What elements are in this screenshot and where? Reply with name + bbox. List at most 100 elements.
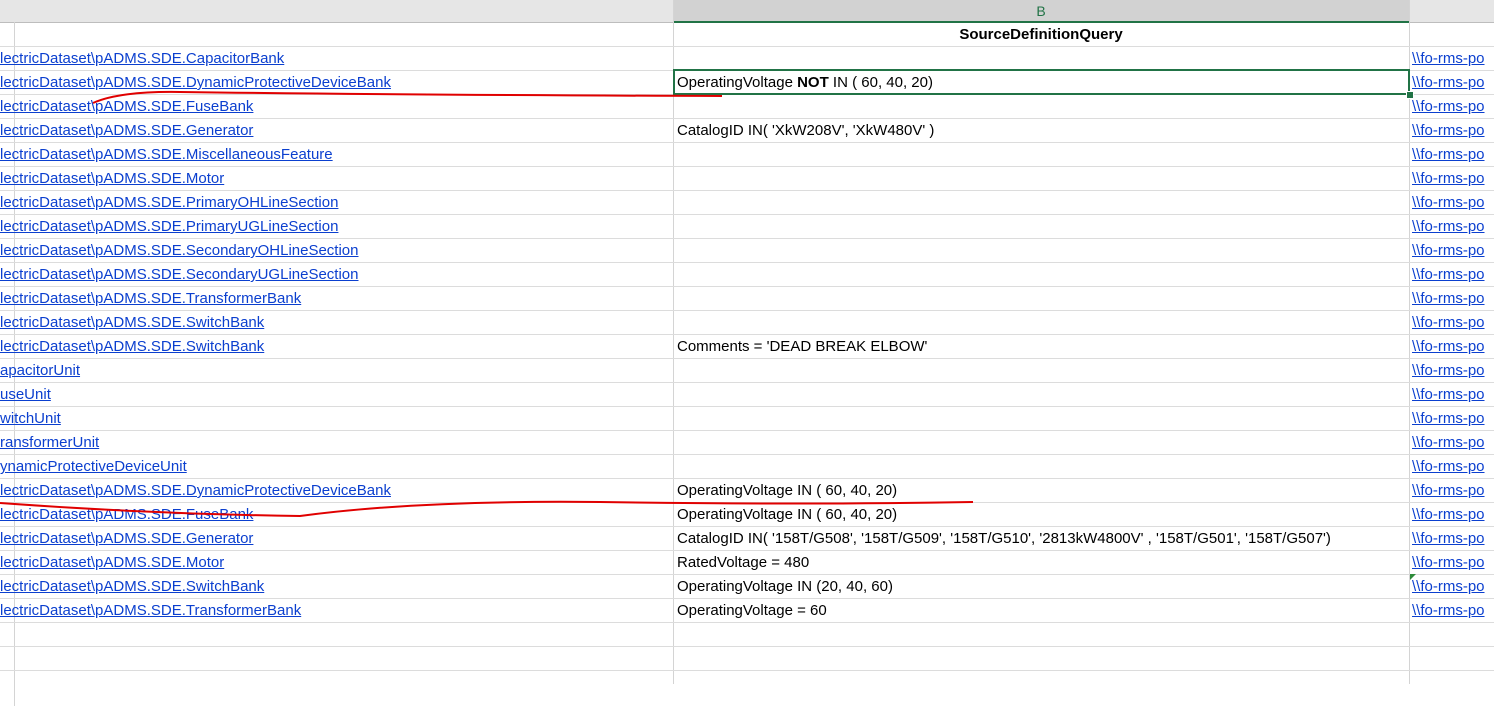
location-link[interactable]: \\fo-rms-po [1412, 506, 1485, 523]
location-link[interactable]: \\fo-rms-po [1412, 242, 1485, 259]
path-link[interactable]: lectricDataset\pADMS.SDE.TransformerBank [0, 602, 301, 619]
cell-location[interactable]: \\fo-rms-po [1412, 479, 1494, 503]
cell-location[interactable]: \\fo-rms-po [1412, 431, 1494, 455]
cell-location[interactable]: \\fo-rms-po [1412, 527, 1494, 551]
cell-source-definition-query[interactable] [677, 431, 1407, 455]
path-link[interactable]: ynamicProtectiveDeviceUnit [0, 458, 187, 475]
path-link[interactable]: lectricDataset\pADMS.SDE.SwitchBank [0, 578, 264, 595]
cell-path[interactable]: lectricDataset\pADMS.SDE.Motor [0, 551, 672, 575]
path-link[interactable]: lectricDataset\pADMS.SDE.TransformerBank [0, 290, 301, 307]
column-header-a[interactable] [0, 0, 672, 22]
cell-path[interactable]: lectricDataset\pADMS.SDE.SecondaryUGLine… [0, 263, 672, 287]
cell-source-definition-query[interactable] [677, 455, 1407, 479]
cell-source-definition-query[interactable] [677, 143, 1407, 167]
cell-location[interactable]: \\fo-rms-po [1412, 407, 1494, 431]
location-link[interactable]: \\fo-rms-po [1412, 98, 1485, 115]
cell-source-definition-query[interactable] [677, 359, 1407, 383]
path-link[interactable]: lectricDataset\pADMS.SDE.SwitchBank [0, 338, 264, 355]
path-link[interactable]: lectricDataset\pADMS.SDE.DynamicProtecti… [0, 74, 391, 91]
path-link[interactable]: lectricDataset\pADMS.SDE.FuseBank [0, 506, 253, 523]
location-link[interactable]: \\fo-rms-po [1412, 338, 1485, 355]
cell-location[interactable]: \\fo-rms-po [1412, 311, 1494, 335]
cell-location[interactable]: \\fo-rms-po [1412, 335, 1494, 359]
empty-row[interactable] [0, 647, 1494, 671]
cell-source-definition-query[interactable]: OperatingVoltage = 60 [677, 599, 1407, 623]
cell-source-definition-query[interactable] [677, 263, 1407, 287]
location-link[interactable]: \\fo-rms-po [1412, 578, 1485, 595]
cell-location[interactable]: \\fo-rms-po [1412, 191, 1494, 215]
cell-source-definition-query[interactable] [677, 215, 1407, 239]
cell-path[interactable]: apacitorUnit [0, 359, 672, 383]
cell-source-definition-query[interactable]: RatedVoltage = 480 [677, 551, 1407, 575]
cell-source-definition-query[interactable] [677, 95, 1407, 119]
location-link[interactable]: \\fo-rms-po [1412, 386, 1485, 403]
cell-location[interactable]: \\fo-rms-po [1412, 95, 1494, 119]
location-link[interactable]: \\fo-rms-po [1412, 146, 1485, 163]
cell-path[interactable]: lectricDataset\pADMS.SDE.CapacitorBank [0, 47, 672, 71]
cell-path[interactable]: lectricDataset\pADMS.SDE.Motor [0, 167, 672, 191]
path-link[interactable]: ransformerUnit [0, 434, 99, 451]
location-link[interactable]: \\fo-rms-po [1412, 458, 1485, 475]
column-header-b[interactable]: B [673, 0, 1409, 23]
location-link[interactable]: \\fo-rms-po [1412, 362, 1485, 379]
empty-row[interactable] [0, 623, 1494, 647]
cell-location[interactable]: \\fo-rms-po [1412, 287, 1494, 311]
location-link[interactable]: \\fo-rms-po [1412, 194, 1485, 211]
header-cell-source-definition-query[interactable]: SourceDefinitionQuery [673, 23, 1409, 47]
cell-source-definition-query[interactable]: CatalogID IN( '158T/G508', '158T/G509', … [677, 527, 1407, 551]
path-link[interactable]: lectricDataset\pADMS.SDE.SwitchBank [0, 314, 264, 331]
column-header-c[interactable] [1410, 0, 1494, 22]
cell-location[interactable]: \\fo-rms-po [1412, 455, 1494, 479]
path-link[interactable]: lectricDataset\pADMS.SDE.CapacitorBank [0, 50, 284, 67]
cell-location[interactable]: \\fo-rms-po [1412, 383, 1494, 407]
cell-path[interactable]: witchUnit [0, 407, 672, 431]
cell-location[interactable]: \\fo-rms-po [1412, 599, 1494, 623]
location-link[interactable]: \\fo-rms-po [1412, 170, 1485, 187]
location-link[interactable]: \\fo-rms-po [1412, 74, 1485, 91]
cell-location[interactable]: \\fo-rms-po [1412, 575, 1494, 599]
cell-location[interactable]: \\fo-rms-po [1412, 551, 1494, 575]
path-link[interactable]: lectricDataset\pADMS.SDE.PrimaryOHLineSe… [0, 194, 338, 211]
location-link[interactable]: \\fo-rms-po [1412, 602, 1485, 619]
cell-source-definition-query[interactable]: CatalogID IN( 'XkW208V', 'XkW480V' ) [677, 119, 1407, 143]
location-link[interactable]: \\fo-rms-po [1412, 218, 1485, 235]
path-link[interactable]: lectricDataset\pADMS.SDE.Generator [0, 122, 253, 139]
cell-source-definition-query[interactable] [677, 383, 1407, 407]
cell-path[interactable]: lectricDataset\pADMS.SDE.Generator [0, 119, 672, 143]
path-link[interactable]: lectricDataset\pADMS.SDE.SecondaryUGLine… [0, 266, 359, 283]
cell-path[interactable]: lectricDataset\pADMS.SDE.SwitchBank [0, 575, 672, 599]
location-link[interactable]: \\fo-rms-po [1412, 554, 1485, 571]
cell-source-definition-query[interactable] [677, 311, 1407, 335]
cell-path[interactable]: lectricDataset\pADMS.SDE.TransformerBank [0, 287, 672, 311]
cell-source-definition-query[interactable]: Comments = 'DEAD BREAK ELBOW' [677, 335, 1407, 359]
cell-source-definition-query[interactable]: OperatingVoltage IN (20, 40, 60) [677, 575, 1407, 599]
cell-location[interactable]: \\fo-rms-po [1412, 167, 1494, 191]
location-link[interactable]: \\fo-rms-po [1412, 482, 1485, 499]
cell-path[interactable]: lectricDataset\pADMS.SDE.FuseBank [0, 95, 672, 119]
path-link[interactable]: lectricDataset\pADMS.SDE.DynamicProtecti… [0, 482, 391, 499]
path-link[interactable]: useUnit [0, 386, 51, 403]
path-link[interactable]: lectricDataset\pADMS.SDE.MiscellaneousFe… [0, 146, 333, 163]
location-link[interactable]: \\fo-rms-po [1412, 290, 1485, 307]
cell-path[interactable]: lectricDataset\pADMS.SDE.SwitchBank [0, 311, 672, 335]
cell-location[interactable]: \\fo-rms-po [1412, 143, 1494, 167]
cell-path[interactable]: ynamicProtectiveDeviceUnit [0, 455, 672, 479]
cell-path[interactable]: lectricDataset\pADMS.SDE.FuseBank [0, 503, 672, 527]
cell-location[interactable]: \\fo-rms-po [1412, 215, 1494, 239]
cell-path[interactable]: lectricDataset\pADMS.SDE.SecondaryOHLine… [0, 239, 672, 263]
cell-source-definition-query[interactable] [677, 191, 1407, 215]
location-link[interactable]: \\fo-rms-po [1412, 434, 1485, 451]
cell-location[interactable]: \\fo-rms-po [1412, 239, 1494, 263]
location-link[interactable]: \\fo-rms-po [1412, 122, 1485, 139]
cell-source-definition-query[interactable] [677, 407, 1407, 431]
location-link[interactable]: \\fo-rms-po [1412, 410, 1485, 427]
path-link[interactable]: lectricDataset\pADMS.SDE.PrimaryUGLineSe… [0, 218, 338, 235]
path-link[interactable]: witchUnit [0, 410, 61, 427]
cell-source-definition-query[interactable]: OperatingVoltage IN ( 60, 40, 20) [677, 503, 1407, 527]
cell-location[interactable]: \\fo-rms-po [1412, 263, 1494, 287]
cell-path[interactable]: lectricDataset\pADMS.SDE.PrimaryUGLineSe… [0, 215, 672, 239]
fill-handle[interactable] [1406, 91, 1414, 99]
cell-source-definition-query[interactable] [677, 239, 1407, 263]
cell-path[interactable]: lectricDataset\pADMS.SDE.MiscellaneousFe… [0, 143, 672, 167]
cell-path[interactable]: lectricDataset\pADMS.SDE.TransformerBank [0, 599, 672, 623]
